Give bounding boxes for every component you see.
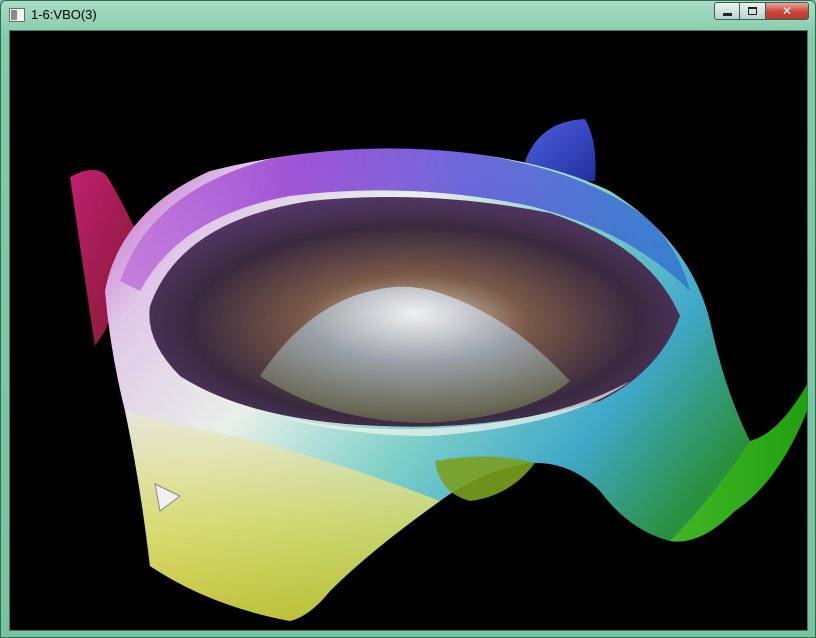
maximize-icon	[748, 7, 757, 15]
app-window-icon[interactable]	[9, 8, 25, 22]
minimize-button[interactable]	[714, 2, 740, 20]
window-controls: ✕	[714, 2, 809, 21]
minimize-icon	[722, 12, 732, 16]
window-title: 1-6:VBO(3)	[31, 7, 97, 22]
close-button[interactable]: ✕	[766, 2, 809, 20]
title-bar[interactable]: 1-6:VBO(3) ✕	[1, 1, 815, 29]
close-icon: ✕	[781, 4, 793, 18]
opengl-viewport[interactable]	[9, 30, 808, 631]
maximize-button[interactable]	[740, 2, 766, 20]
inner-yellow-patch	[435, 456, 535, 501]
surface-render	[70, 119, 807, 621]
app-window: 1-6:VBO(3) ✕	[0, 0, 816, 638]
